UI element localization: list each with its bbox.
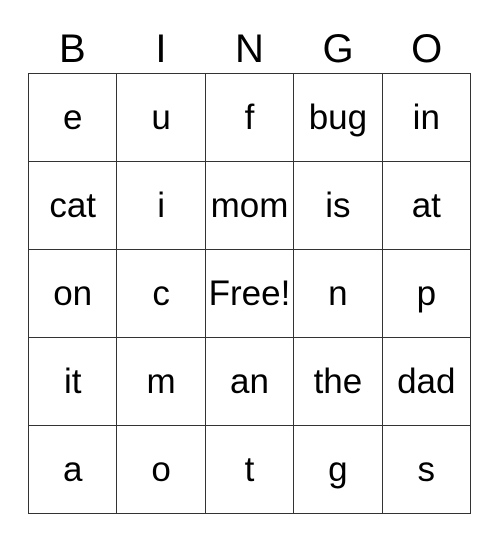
bingo-grid: e u f bug in cat i mom is at on c Free! …	[28, 73, 471, 514]
bingo-cell[interactable]: at	[382, 162, 471, 250]
bingo-cell-label: o	[151, 450, 171, 489]
bingo-cell-label: f	[244, 98, 255, 137]
bingo-cell[interactable]: t	[205, 426, 295, 514]
bingo-cell-label: cat	[49, 186, 97, 225]
bingo-header-row: B I N G O	[28, 24, 471, 73]
bingo-header-letter-g: G	[322, 26, 354, 71]
bingo-cell[interactable]: g	[294, 426, 383, 514]
bingo-cell-label: is	[325, 186, 351, 225]
bingo-cell[interactable]: mom	[205, 162, 295, 250]
bingo-cell[interactable]: n	[294, 250, 383, 338]
bingo-cell-label: m	[146, 362, 176, 401]
bingo-cell[interactable]: on	[29, 250, 118, 338]
bingo-cell[interactable]: in	[382, 74, 471, 162]
bingo-cell-label: u	[151, 98, 171, 137]
bingo-header-letter-i: I	[155, 26, 167, 71]
bingo-cell[interactable]: e	[29, 74, 118, 162]
bingo-card: B I N G O e u f bug in cat i mom is at o…	[0, 0, 500, 544]
bingo-cell-label: in	[412, 98, 440, 137]
bingo-cell[interactable]: i	[117, 162, 206, 250]
bingo-cell[interactable]: the	[294, 338, 383, 426]
bingo-cell-label: s	[417, 450, 436, 489]
bingo-cell[interactable]: a	[29, 426, 118, 514]
bingo-cell[interactable]: cat	[29, 162, 118, 250]
bingo-cell[interactable]: it	[29, 338, 118, 426]
bingo-free-space-label: Free!	[208, 274, 291, 313]
bingo-cell-label: a	[62, 450, 83, 489]
bingo-cell[interactable]: is	[294, 162, 383, 250]
bingo-cell[interactable]: m	[117, 338, 206, 426]
bingo-cell[interactable]: p	[382, 250, 471, 338]
bingo-cell-label: p	[416, 274, 437, 313]
bingo-cell-label: e	[62, 98, 83, 137]
bingo-cell-label: g	[328, 450, 348, 489]
bingo-cell-label: an	[230, 362, 269, 401]
bingo-cell-label: i	[157, 186, 165, 225]
bingo-header-letter-n: N	[235, 26, 264, 71]
bingo-cell-label: n	[328, 274, 348, 313]
bingo-cell[interactable]: c	[117, 250, 206, 338]
bingo-cell-label: mom	[210, 186, 289, 225]
bingo-cell-label: dad	[397, 362, 456, 401]
bingo-cell-label: the	[313, 362, 363, 401]
bingo-header-letter-o: O	[411, 26, 443, 71]
bingo-cell[interactable]: dad	[382, 338, 471, 426]
bingo-cell-free-space[interactable]: Free!	[205, 250, 295, 338]
bingo-header-letter-b: B	[58, 26, 86, 71]
bingo-cell-label: c	[152, 274, 170, 313]
bingo-cell-label: on	[53, 274, 93, 313]
bingo-cell[interactable]: s	[382, 426, 471, 514]
bingo-cell[interactable]: o	[117, 426, 206, 514]
bingo-cell[interactable]: u	[117, 74, 206, 162]
bingo-cell[interactable]: f	[205, 74, 295, 162]
bingo-cell-label: at	[411, 186, 441, 225]
bingo-cell[interactable]: bug	[294, 74, 383, 162]
bingo-cell-label: bug	[308, 98, 368, 137]
bingo-cell[interactable]: an	[205, 338, 295, 426]
bingo-cell-label: t	[244, 450, 255, 489]
bingo-cell-label: it	[63, 362, 82, 401]
